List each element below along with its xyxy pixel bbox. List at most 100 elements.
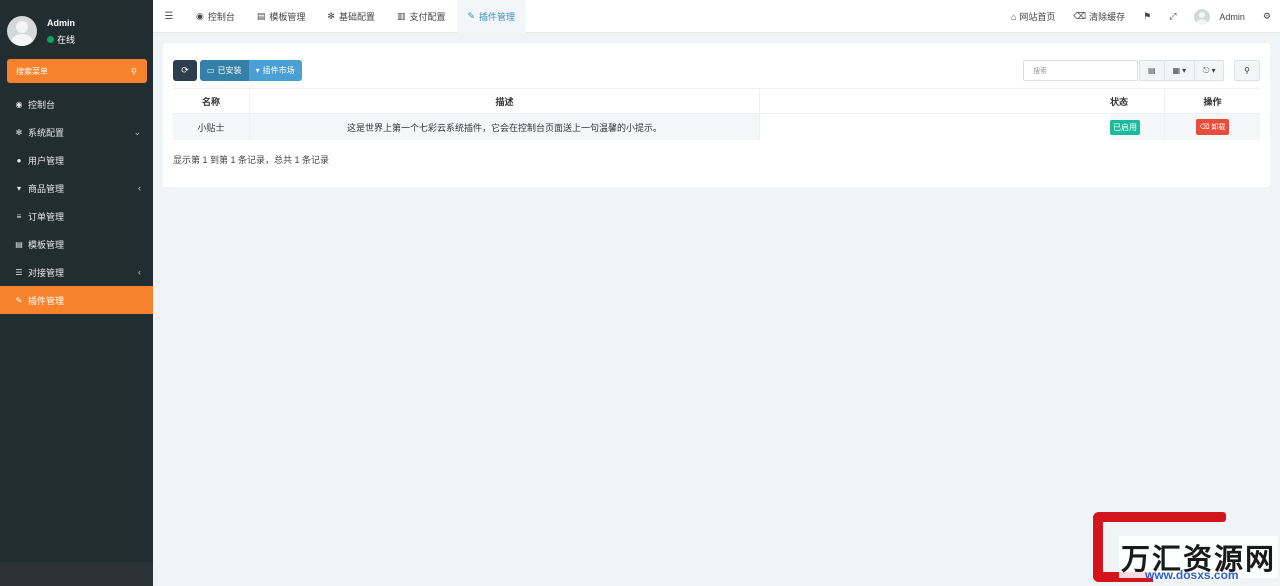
dashboard-icon: ◉ bbox=[15, 99, 23, 109]
gear-icon: ✻ bbox=[327, 10, 335, 21]
sidebar-item-dashboard[interactable]: ◉ 控制台 bbox=[0, 90, 153, 118]
watermark-url: www.dosxs.com bbox=[1145, 568, 1239, 582]
template-icon: ▤ bbox=[256, 10, 266, 21]
navbar-right: ⌂ 网站首页 ⌫ 清除缓存 ⚑ ⤢ Admin ⚙ bbox=[1002, 0, 1280, 33]
clear-cache-label: 清除缓存 bbox=[1089, 12, 1126, 22]
tab-dashboard[interactable]: ◉ 控制台 bbox=[185, 0, 246, 33]
table-search-input[interactable]: 搜索 bbox=[1023, 60, 1138, 81]
laptop-icon: ▭ bbox=[207, 66, 215, 75]
sidebar-item-integration[interactable]: ☰ 对接管理 ‹ bbox=[0, 258, 153, 286]
table-tools: ▤ ▦ ▾ ⎋ ▾ bbox=[1139, 60, 1225, 81]
caret-down-icon: ▾ bbox=[1182, 66, 1187, 75]
list-icon: ≡ bbox=[16, 211, 22, 221]
col-status-header[interactable]: 状态 bbox=[1110, 89, 1165, 113]
sidebar-item-label: 商品管理 bbox=[28, 183, 65, 194]
table-gap bbox=[760, 89, 1110, 113]
chevron-down-icon: ⌄ bbox=[133, 126, 141, 137]
sidebar-item-label: 插件管理 bbox=[28, 295, 65, 306]
sidebar-menu: ◉ 控制台 ✻ 系统配置 ⌄ ● 用户管理 ▾ 商品管理 ‹ ≡ 订单管理 ▤ … bbox=[0, 90, 153, 314]
plug-icon: ✎ bbox=[467, 10, 476, 21]
col-desc-header[interactable]: 描述 bbox=[250, 89, 760, 113]
search-placeholder: 搜索 bbox=[1033, 67, 1047, 75]
installed-label: 已安装 bbox=[217, 66, 242, 75]
online-dot-icon bbox=[47, 36, 54, 43]
top-navbar: ☰ ◉ 控制台 ▤ 模板管理 ✻ 基础配置 ▥ 支付配置 ✎ 插件管理 ⌂ 网站… bbox=[153, 0, 1280, 33]
columns-button[interactable]: ▦ ▾ bbox=[1163, 60, 1196, 81]
chevron-left-icon: ‹ bbox=[138, 267, 141, 277]
cell-name: 小贴士 bbox=[173, 114, 250, 140]
user-panel: Admin 在线 bbox=[0, 0, 153, 58]
watermark-logo: 万汇资源网 www.dosxs.com bbox=[1093, 510, 1278, 584]
sidebar-item-label: 对接管理 bbox=[28, 267, 65, 278]
clear-cache-button[interactable]: ⌫ 清除缓存 bbox=[1064, 10, 1134, 23]
search-menu-input[interactable]: 搜索菜单 ⚲ bbox=[7, 59, 147, 83]
export-icon: ⎋ bbox=[1203, 65, 1210, 75]
sidebar-item-label: 系统配置 bbox=[28, 127, 65, 138]
tab-payment-config[interactable]: ▥ 支付配置 bbox=[386, 0, 457, 33]
sidebar-item-label: 模板管理 bbox=[28, 239, 65, 250]
sidebar-item-users[interactable]: ● 用户管理 bbox=[0, 146, 153, 174]
tab-label: 基础配置 bbox=[338, 11, 375, 22]
refresh-icon: ⟳ bbox=[181, 65, 189, 75]
status-badge[interactable]: 已启用 bbox=[1110, 119, 1140, 135]
col-name-header[interactable]: 名称 bbox=[173, 89, 250, 113]
sidebar-item-label: 订单管理 bbox=[28, 211, 65, 222]
pagination-info: 显示第 1 到第 1 条记录，总共 1 条记录 bbox=[173, 155, 330, 165]
trash-icon: ⌫ bbox=[1073, 11, 1087, 21]
search-icon: ⚲ bbox=[1244, 66, 1250, 75]
tab-label: 控制台 bbox=[207, 11, 235, 22]
columns-icon: ▦ bbox=[1172, 66, 1181, 75]
user-name: Admin bbox=[47, 18, 75, 28]
sidebar: Admin 在线 搜索菜单 ⚲ ◉ 控制台 ✻ 系统配置 ⌄ ● 用户管理 ▾ … bbox=[0, 0, 153, 586]
sidebar-item-orders[interactable]: ≡ 订单管理 bbox=[0, 202, 153, 230]
fullscreen-icon[interactable]: ⤢ bbox=[1160, 11, 1185, 22]
search-icon[interactable]: ⚲ bbox=[131, 67, 137, 76]
language-icon[interactable]: ⚑ bbox=[1134, 11, 1160, 22]
sliders-icon: ☰ bbox=[15, 267, 23, 277]
caret-down-icon: ▾ bbox=[1211, 66, 1216, 75]
home-icon: ⌂ bbox=[1010, 11, 1017, 22]
admin-avatar bbox=[1194, 8, 1211, 25]
sidebar-item-templates[interactable]: ▤ 模板管理 bbox=[0, 230, 153, 258]
user-icon: ● bbox=[16, 155, 22, 165]
sidebar-footer bbox=[0, 562, 153, 586]
col-op-header: 操作 bbox=[1165, 89, 1260, 113]
payment-icon: ▥ bbox=[396, 10, 406, 21]
sidebar-item-system-config[interactable]: ✻ 系统配置 ⌄ bbox=[0, 118, 153, 146]
sidebar-item-plugins[interactable]: ✎ 插件管理 bbox=[0, 286, 153, 314]
dashboard-icon: ◉ bbox=[196, 10, 204, 21]
refresh-button[interactable]: ⟳ bbox=[173, 60, 197, 81]
plugin-panel: ⟳ ▭ 已安装 ▾ 插件市场 搜索 ▤ ▦ ▾ ⎋ ▾ ⚲ 名称 描述 状态 操… bbox=[163, 43, 1270, 187]
site-home-link[interactable]: ⌂ 网站首页 bbox=[1002, 10, 1064, 23]
plugin-market-button[interactable]: ▾ 插件市场 bbox=[248, 60, 302, 81]
site-home-label: 网站首页 bbox=[1019, 12, 1056, 22]
tab-templates[interactable]: ▤ 模板管理 bbox=[246, 0, 317, 33]
table-row: 小贴士 这是世界上第一个七彩云系统插件，它会在控制台页面送上一句温馨的小提示。 … bbox=[173, 114, 1260, 140]
sidebar-item-label: 用户管理 bbox=[28, 155, 65, 166]
menu-toggle-icon[interactable]: ☰ bbox=[153, 11, 185, 22]
user-avatar[interactable] bbox=[7, 16, 37, 46]
tab-label: 模板管理 bbox=[269, 11, 306, 22]
table-icon: ▤ bbox=[1148, 66, 1156, 75]
uninstall-label: 卸载 bbox=[1211, 124, 1226, 131]
export-button[interactable]: ⎋ ▾ bbox=[1194, 60, 1225, 81]
user-status-label: 在线 bbox=[57, 35, 76, 45]
search-button[interactable]: ⚲ bbox=[1234, 60, 1260, 81]
tab-label: 支付配置 bbox=[409, 11, 446, 22]
gear-icon: ✻ bbox=[15, 127, 23, 137]
admin-menu[interactable]: Admin bbox=[1185, 8, 1254, 25]
installed-button[interactable]: ▭ 已安装 bbox=[200, 60, 249, 81]
template-icon: ▤ bbox=[15, 239, 23, 249]
settings-icon[interactable]: ⚙ bbox=[1254, 11, 1280, 22]
sidebar-item-label: 控制台 bbox=[28, 99, 56, 110]
tab-basic-config[interactable]: ✻ 基础配置 bbox=[316, 0, 386, 33]
uninstall-button[interactable]: ⌫ 卸载 bbox=[1195, 119, 1230, 135]
trash-icon: ⌫ bbox=[1199, 124, 1210, 131]
plugin-market-label: 插件市场 bbox=[262, 66, 295, 75]
table-header: 名称 描述 状态 操作 bbox=[173, 88, 1260, 114]
cell-status: 已启用 bbox=[1110, 114, 1165, 140]
sidebar-item-products[interactable]: ▾ 商品管理 ‹ bbox=[0, 174, 153, 202]
admin-label: Admin bbox=[1219, 11, 1245, 22]
tab-plugins[interactable]: ✎ 插件管理 bbox=[456, 0, 527, 33]
toggle-view-button[interactable]: ▤ bbox=[1139, 60, 1165, 81]
